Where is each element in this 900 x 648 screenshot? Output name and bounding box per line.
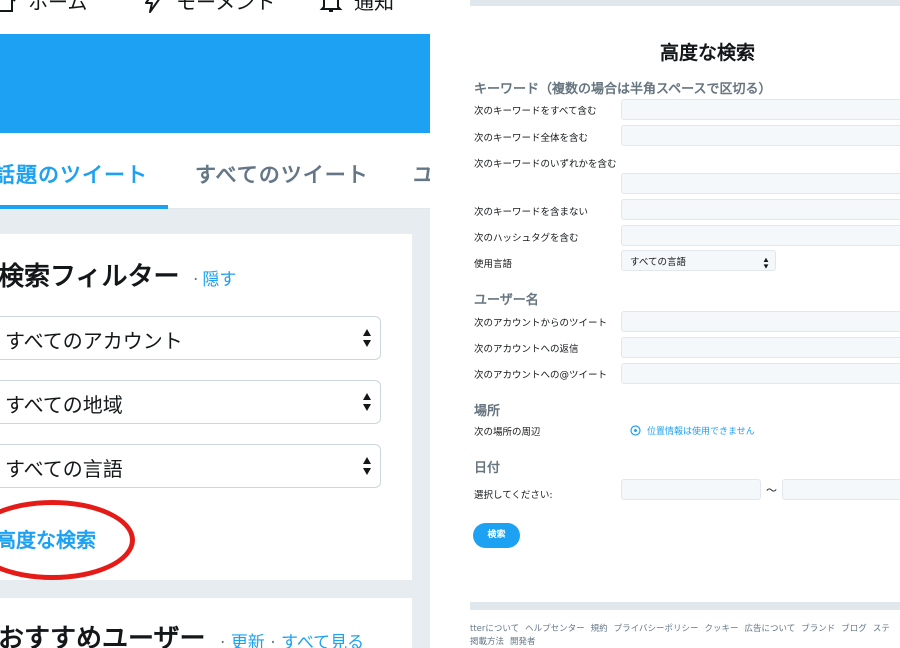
recommended-users-links: · 更新 · すべて見る xyxy=(220,628,364,648)
any-words-input[interactable] xyxy=(621,173,900,194)
language-select[interactable]: すべての言語 xyxy=(621,250,776,271)
home-icon xyxy=(0,0,16,12)
refresh-link[interactable]: 更新 xyxy=(231,633,265,648)
date-from-input[interactable] xyxy=(621,479,761,500)
footer-link-about[interactable]: tterについて xyxy=(470,624,519,634)
account-filter-value: すべてのアカウント xyxy=(5,329,183,353)
language-select-value: すべての言語 xyxy=(630,257,686,268)
footer-link-brand[interactable]: ブランド xyxy=(801,624,835,634)
see-all-link[interactable]: すべて見る xyxy=(281,633,364,648)
select-arrows-icon xyxy=(363,393,371,411)
footer-link-blog[interactable]: ブログ xyxy=(841,624,867,634)
language-filter-select[interactable]: すべての言語 xyxy=(0,444,381,488)
search-filter-title: 検索フィルター xyxy=(0,262,180,292)
bell-icon xyxy=(319,0,343,12)
hide-filter-label: 隠す xyxy=(202,270,237,290)
language-label: 使用言語 xyxy=(474,259,513,270)
all-words-label: 次のキーワードをすべて含む xyxy=(474,106,597,117)
select-arrows-icon xyxy=(363,329,371,347)
select-arrows-icon xyxy=(363,457,371,475)
top-navigation: ホーム モーメント 通知 xyxy=(0,0,430,34)
footer-link-ads[interactable]: 広告について xyxy=(745,624,796,634)
none-words-input[interactable] xyxy=(621,199,900,220)
tab-users[interactable]: ユ xyxy=(413,159,430,189)
footer-link-help[interactable]: ヘルプセンター xyxy=(525,624,585,634)
date-separator: 〜 xyxy=(766,484,777,497)
advanced-search-panel: 高度な検索 キーワード（複数の場合は半角スペースで区切る） 次のキーワードをすべ… xyxy=(470,0,900,648)
reply-account-label: 次のアカウントへの返信 xyxy=(474,344,579,355)
separator-dot: · xyxy=(270,633,276,648)
nav-moments-label: モーメント xyxy=(176,0,276,14)
mention-account-input[interactable] xyxy=(621,363,900,384)
recommended-users-title: おすすめユーザー xyxy=(0,624,206,648)
reply-account-input[interactable] xyxy=(621,337,900,358)
from-account-input[interactable] xyxy=(621,311,900,332)
nav-moments[interactable]: モーメント xyxy=(140,0,275,15)
footer-link-status[interactable]: ステ xyxy=(873,624,890,634)
exact-phrase-input[interactable] xyxy=(621,125,900,146)
recommended-users-card: おすすめユーザー · 更新 · すべて見る xyxy=(0,598,412,648)
footer-link-cookies[interactable]: クッキー xyxy=(705,624,739,634)
none-words-label: 次のキーワードを含まない xyxy=(474,207,589,218)
tab-top-tweets[interactable]: 話題のツイート xyxy=(0,159,148,189)
footer-divider xyxy=(470,602,900,610)
mention-account-label: 次のアカウントへの@ツイート xyxy=(474,370,608,381)
header-banner xyxy=(0,34,430,133)
select-arrows-icon xyxy=(763,257,769,269)
nav-home-label: ホーム xyxy=(28,0,88,14)
nav-home[interactable]: ホーム xyxy=(0,0,87,15)
separator-dot: · xyxy=(220,633,226,648)
hashtag-input[interactable] xyxy=(621,225,900,246)
active-tab-indicator xyxy=(0,205,168,209)
location-unavailable-text: 位置情報は使用できません xyxy=(647,427,755,437)
location-filter-select[interactable]: すべての地域 xyxy=(0,380,381,424)
location-pin-icon xyxy=(630,424,641,436)
from-account-label: 次のアカウントからのツイート xyxy=(474,318,608,329)
nav-notifications-label: 通知 xyxy=(354,0,394,14)
any-words-label: 次のキーワードのいずれかを含む xyxy=(474,159,617,170)
mobile-search-panel: ホーム モーメント 通知 話題のツイート すべてのツイート ユ 検索フィルター … xyxy=(0,0,430,648)
lightning-icon xyxy=(145,0,160,13)
hashtag-label: 次のハッシュタグを含む xyxy=(474,233,579,244)
footer-row-1: tterについて ヘルプセンター 規約 プライバシーポリシー クッキー 広告について ブラン… xyxy=(470,623,900,636)
date-select-label: 選択してください: xyxy=(474,490,553,501)
footer-row-2: 掲載方法 開発者 xyxy=(470,636,900,648)
separator-dot: · xyxy=(193,270,199,290)
date-to-input[interactable] xyxy=(782,479,900,500)
search-button[interactable]: 検索 xyxy=(473,523,520,548)
footer-links: tterについて ヘルプセンター 規約 プライバシーポリシー クッキー 広告について ブラン… xyxy=(470,623,900,648)
location-filter-value: すべての地域 xyxy=(5,393,123,417)
language-filter-value: すべての言語 xyxy=(5,457,123,481)
keyword-section-heading: キーワード（複数の場合は半角スペースで区切る） xyxy=(474,82,772,97)
user-section-heading: ユーザー名 xyxy=(474,293,539,308)
account-filter-select[interactable]: すべてのアカウント xyxy=(0,316,381,360)
footer-link-privacy[interactable]: プライバシーポリシー xyxy=(614,624,699,634)
all-words-input[interactable] xyxy=(621,99,900,120)
place-section-heading: 場所 xyxy=(474,404,501,419)
location-unavailable: 位置情報は使用できません xyxy=(630,424,755,437)
exact-phrase-label: 次のキーワード全体を含む xyxy=(474,133,589,144)
nav-notifications[interactable]: 通知 xyxy=(318,0,394,15)
search-tabs: 話題のツイート すべてのツイート ユ xyxy=(0,133,430,209)
footer-link-advertise[interactable]: 掲載方法 xyxy=(470,637,504,647)
footer-link-developers[interactable]: 開発者 xyxy=(510,637,536,647)
screenshot-root: ホーム モーメント 通知 話題のツイート すべてのツイート ユ 検索フィルター … xyxy=(0,0,900,648)
near-place-label: 次の場所の周辺 xyxy=(474,427,541,438)
top-divider xyxy=(470,0,900,6)
tab-all-tweets[interactable]: すべてのツイート xyxy=(195,159,369,189)
hide-filter-link[interactable]: · 隠す xyxy=(193,265,236,290)
advanced-search-title: 高度な検索 xyxy=(660,42,756,64)
footer-link-terms[interactable]: 規約 xyxy=(591,624,608,634)
date-section-heading: 日付 xyxy=(474,461,501,476)
